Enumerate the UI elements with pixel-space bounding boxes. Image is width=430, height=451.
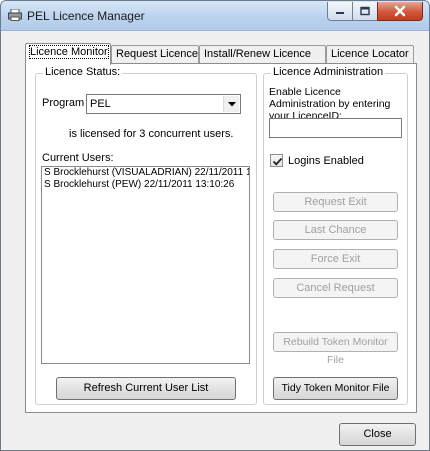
licence-manager-window: PEL Licence Manager Licence Monitor Requ… <box>0 0 430 451</box>
logins-enabled-label: Logins Enabled <box>288 155 364 167</box>
force-exit-button[interactable]: Force Exit <box>273 249 398 269</box>
tidy-token-monitor-button[interactable]: Tidy Token Monitor File <box>273 377 398 400</box>
licence-admin-label: Licence Administration <box>271 66 386 78</box>
last-chance-button[interactable]: Last Chance <box>273 220 398 240</box>
close-button-label: Close <box>363 428 392 440</box>
maximize-button[interactable] <box>352 2 378 21</box>
check-icon <box>272 157 283 166</box>
close-button[interactable]: Close <box>339 423 416 446</box>
licence-status-group: Licence Status: Program PEL is licensed … <box>35 66 257 405</box>
close-icon <box>394 5 406 17</box>
tab-label: Licence Monitor <box>29 45 109 59</box>
current-users-label: Current Users: <box>42 152 114 164</box>
tab-request-licence[interactable]: Request Licence <box>111 45 199 63</box>
list-item[interactable]: S Brocklehurst (PEW) 22/11/2011 13:10:26 <box>42 179 249 191</box>
refresh-user-list-button[interactable]: Refresh Current User List <box>56 377 236 400</box>
cancel-request-button[interactable]: Cancel Request <box>273 278 398 298</box>
window-title: PEL Licence Manager <box>27 9 145 23</box>
current-users-list[interactable]: S Brocklehurst (VISUALADRIAN) 22/11/2011… <box>41 166 250 364</box>
tab-label: Licence Locator <box>331 48 409 60</box>
request-exit-button[interactable]: Request Exit <box>273 192 398 212</box>
licence-id-instruction: Enable Licence Administration by enterin… <box>269 86 391 122</box>
close-window-button[interactable] <box>377 2 423 21</box>
licence-monitor-panel: Licence Status: Program PEL is licensed … <box>25 63 417 413</box>
tab-label: Request Licence <box>116 48 198 60</box>
title-bar[interactable]: PEL Licence Manager <box>1 1 429 31</box>
printer-icon <box>8 8 22 21</box>
dropdown-button[interactable] <box>223 96 239 112</box>
tab-licence-monitor[interactable]: Licence Monitor <box>25 43 111 65</box>
chevron-down-icon <box>228 102 236 107</box>
program-select[interactable]: PEL <box>86 94 241 114</box>
licence-admin-group: Licence Administration Enable Licence Ad… <box>263 66 408 405</box>
licensed-users-text: is licensed for 3 concurrent users. <box>69 128 234 140</box>
tab-label: Install/Renew Licence <box>204 48 312 60</box>
logins-enabled-checkbox[interactable] <box>270 154 283 167</box>
minimize-icon <box>336 12 344 14</box>
licence-id-input[interactable] <box>269 118 402 138</box>
minimize-button[interactable] <box>327 2 353 21</box>
tab-licence-locator[interactable]: Licence Locator <box>326 45 414 63</box>
program-value: PEL <box>90 98 111 110</box>
rebuild-token-monitor-button[interactable]: Rebuild Token Monitor File <box>273 332 398 366</box>
client-area: Licence Monitor Request Licence Install/… <box>9 32 421 446</box>
list-item[interactable]: S Brocklehurst (VISUALADRIAN) 22/11/2011… <box>42 167 249 179</box>
maximize-icon <box>360 6 370 16</box>
program-label: Program <box>42 97 85 109</box>
licence-status-label: Licence Status: <box>43 66 123 78</box>
tab-install-renew-licence[interactable]: Install/Renew Licence <box>199 45 326 63</box>
